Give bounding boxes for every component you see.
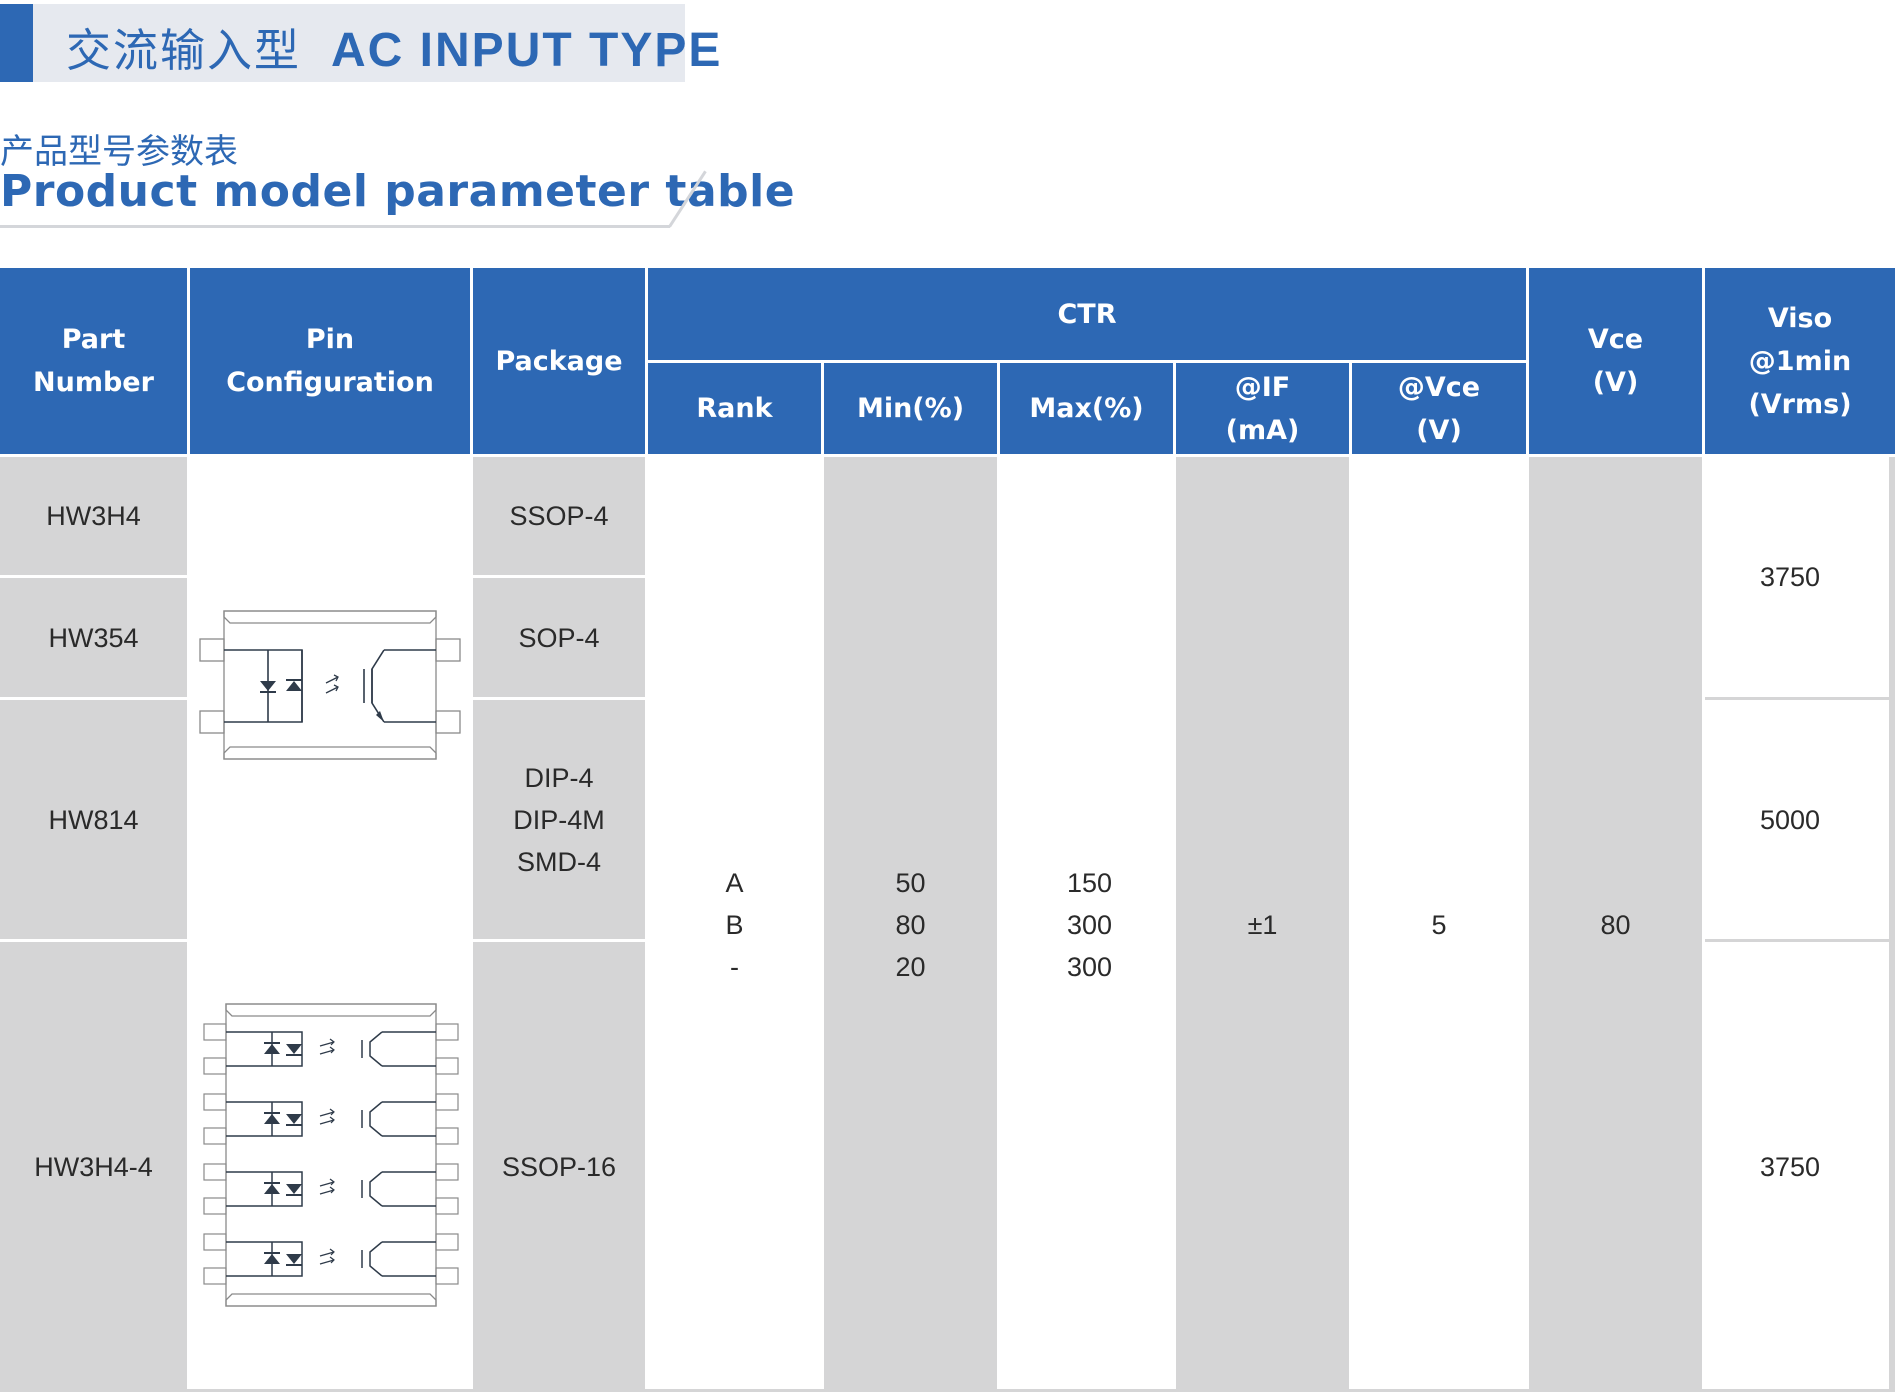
header-ctr: CTR <box>648 268 1526 360</box>
table-bottom-border <box>0 1389 1895 1392</box>
section-title-en: AC INPUT TYPE <box>331 24 723 77</box>
viso-cell: 5000 <box>1705 700 1895 939</box>
if-cell: ±1 <box>1176 457 1349 1392</box>
section-title-cn: 交流输入型 <box>66 24 302 77</box>
rank-cell: AB- <box>648 457 821 1392</box>
part-number-cell: HW354 <box>0 578 187 697</box>
package-cell: SSOP-16 <box>473 942 645 1392</box>
viso-cell: 3750 <box>1705 457 1895 697</box>
banner-accent-bar <box>0 4 33 82</box>
header-min: Min(%) <box>824 363 997 454</box>
viso-cell: 3750 <box>1705 942 1895 1392</box>
header-part-number: Part Number <box>0 268 187 454</box>
row-divider <box>1705 939 1895 942</box>
header-vce-condition: @Vce (V) <box>1352 363 1526 454</box>
part-number-cell: HW814 <box>0 700 187 939</box>
header-viso: Viso @1min (Vrms) <box>1705 268 1895 454</box>
vce-condition-cell: 5 <box>1352 457 1526 1392</box>
ctr-min-cell: 50 80 20 <box>824 457 997 1392</box>
header-vce: Vce (V) <box>1529 268 1702 454</box>
header-package: Package <box>473 268 645 454</box>
header-if: @IF (mA) <box>1176 363 1349 454</box>
table-title-en: Product model parameter table <box>0 166 796 217</box>
package-cell: DIP-4 DIP-4M SMD-4 <box>473 700 645 939</box>
title-underline <box>0 225 670 228</box>
section-title: 交流输入型 AC INPUT TYPE <box>66 14 722 79</box>
vce-cell: 80 <box>1529 457 1702 1392</box>
row-divider <box>1705 697 1895 700</box>
ctr-max-cell: 150 300 300 <box>1000 457 1173 1392</box>
part-number-cell: HW3H4-4 <box>0 942 187 1392</box>
header-pin-configuration: Pin Configuration <box>190 268 470 454</box>
header-max: Max(%) <box>1000 363 1173 454</box>
header-rank: Rank <box>648 363 821 454</box>
part-number-cell: HW3H4 <box>0 457 187 575</box>
package-cell: SOP-4 <box>473 578 645 697</box>
parameter-table: Part Number Pin Configuration Package CTR … <box>0 268 1895 1392</box>
single-channel-ac-optocoupler-diagram <box>199 610 461 760</box>
section-banner: 交流输入型 AC INPUT TYPE <box>0 4 720 82</box>
table-right-edge <box>1889 457 1895 1392</box>
quad-channel-ac-optocoupler-diagram <box>203 1003 459 1307</box>
package-cell: SSOP-4 <box>473 457 645 575</box>
